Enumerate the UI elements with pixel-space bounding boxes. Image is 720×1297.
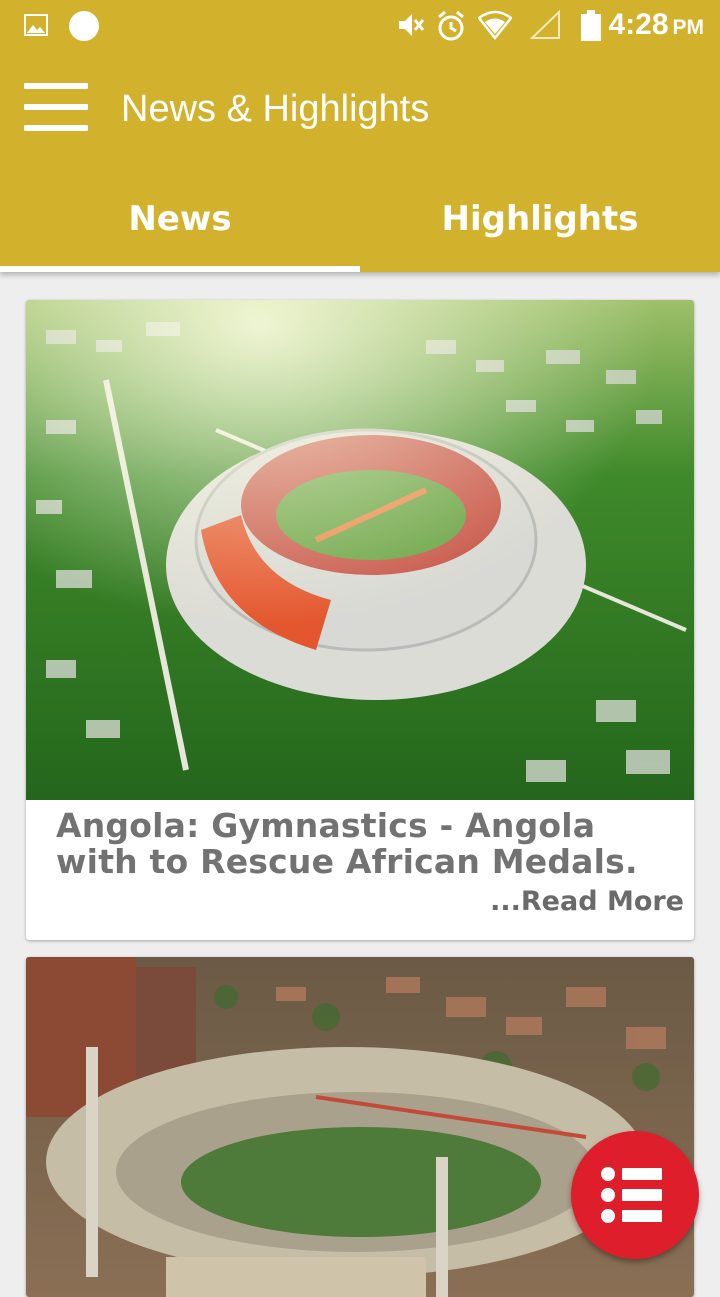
image-icon bbox=[24, 14, 48, 36]
alarm-icon bbox=[438, 10, 464, 41]
page-title: News & Highlights bbox=[121, 88, 430, 130]
mute-icon bbox=[399, 14, 425, 36]
tab-news[interactable]: News bbox=[0, 166, 360, 272]
signal-icon bbox=[530, 10, 560, 39]
wifi-icon bbox=[478, 10, 512, 40]
stadium-aerial-photo bbox=[26, 300, 694, 800]
read-more-link[interactable]: ...Read More bbox=[490, 886, 684, 917]
app-bar: 4:28 PM News & Highlights News Highlights bbox=[0, 0, 720, 272]
tab-highlights[interactable]: Highlights bbox=[360, 166, 720, 272]
article-card[interactable]: Angola: Gymnastics - Angola with to Resc… bbox=[26, 300, 694, 940]
clock-ampm: PM bbox=[672, 16, 705, 39]
circle-notification-icon bbox=[69, 11, 99, 41]
status-bar: 4:28 PM bbox=[0, 0, 720, 52]
hamburger-menu-icon[interactable] bbox=[24, 83, 88, 131]
tab-selected-indicator bbox=[0, 266, 360, 272]
list-icon bbox=[601, 1167, 662, 1223]
list-fab-button[interactable] bbox=[571, 1131, 699, 1259]
toolbar: News & Highlights bbox=[0, 52, 720, 164]
clock: 4:28 PM bbox=[608, 8, 704, 42]
tab-bar: News Highlights bbox=[0, 166, 720, 272]
clock-time: 4:28 bbox=[608, 8, 669, 41]
battery-icon bbox=[581, 10, 601, 41]
article-headline[interactable]: Angola: Gymnastics - Angola with to Resc… bbox=[56, 808, 676, 880]
